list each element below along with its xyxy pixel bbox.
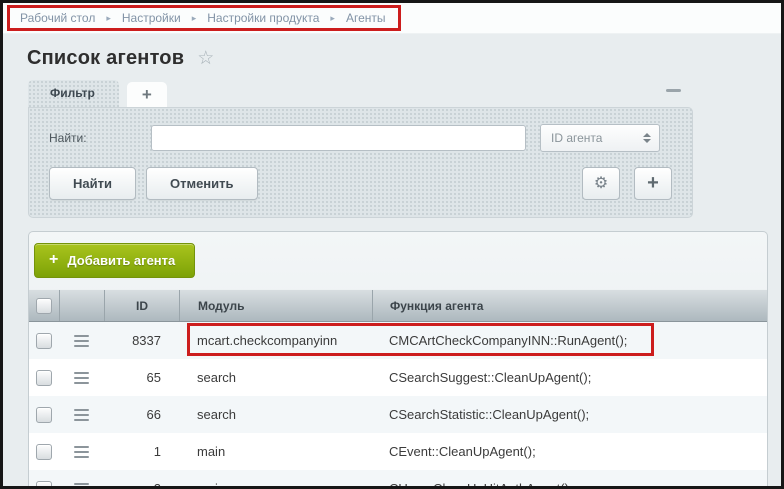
row-module: search: [179, 359, 372, 396]
collapse-filter-button[interactable]: [666, 89, 681, 92]
add-agent-button[interactable]: + Добавить агента: [34, 243, 195, 278]
select-arrows-icon: [643, 133, 651, 143]
row-id: 2: [104, 470, 179, 489]
breadcrumb-item[interactable]: Настройки: [122, 11, 181, 25]
row-menu-icon[interactable]: [74, 409, 89, 421]
plus-icon: +: [142, 86, 152, 103]
row-checkbox-cell: [29, 433, 59, 470]
annotation-box-breadcrumb: Рабочий стол ▸ Настройки ▸ Настройки про…: [7, 5, 401, 31]
plus-icon: +: [647, 173, 659, 193]
title-row: Список агентов ☆: [3, 34, 781, 70]
tab-filter[interactable]: Фильтр: [28, 80, 119, 107]
row-function: CMCArtCheckCompanyINN::RunAgent();: [372, 322, 767, 359]
plus-icon: +: [49, 252, 58, 268]
breadcrumb-item[interactable]: Рабочий стол: [20, 11, 95, 25]
row-menu-cell: [59, 433, 104, 470]
row-menu-icon[interactable]: [74, 483, 89, 489]
row-id: 66: [104, 396, 179, 433]
favorite-star-icon[interactable]: ☆: [197, 47, 214, 70]
row-function: CSearchSuggest::CleanUpAgent();: [372, 359, 767, 396]
row-id: 1: [104, 433, 179, 470]
filter-settings-button[interactable]: ⚙: [582, 167, 620, 200]
row-checkbox[interactable]: [36, 444, 52, 460]
page: Рабочий стол ▸ Настройки ▸ Настройки про…: [0, 0, 784, 489]
table-header: ID Модуль Функция агента: [29, 289, 767, 322]
row-menu-cell: [59, 396, 104, 433]
search-input[interactable]: [151, 125, 526, 151]
filter-block: Фильтр + Найти: ID агента Найти Отменить: [28, 80, 693, 218]
breadcrumb-separator-icon: ▸: [330, 13, 335, 24]
row-module: mcart.checkcompanyinn: [179, 322, 372, 359]
table-row: 8337 mcart.checkcompanyinn CMCArtCheckCo…: [29, 322, 767, 359]
table-row: 65 search CSearchSuggest::CleanUpAgent()…: [29, 359, 767, 396]
table-row: 66 search CSearchStatistic::CleanUpAgent…: [29, 396, 767, 433]
row-checkbox[interactable]: [36, 333, 52, 349]
row-function: CEvent::CleanUpAgent();: [372, 433, 767, 470]
row-module: main: [179, 433, 372, 470]
select-all-checkbox[interactable]: [36, 298, 52, 314]
breadcrumb-bar: Рабочий стол ▸ Настройки ▸ Настройки про…: [3, 3, 781, 34]
row-menu-cell: [59, 322, 104, 359]
row-function: CSearchStatistic::CleanUpAgent();: [372, 396, 767, 433]
find-button[interactable]: Найти: [49, 167, 136, 200]
row-checkbox-cell: [29, 359, 59, 396]
row-checkbox[interactable]: [36, 370, 52, 386]
row-module: search: [179, 396, 372, 433]
filter-tabs: Фильтр +: [28, 80, 693, 107]
table-row: 1 main CEvent::CleanUpAgent();: [29, 433, 767, 470]
row-checkbox[interactable]: [36, 407, 52, 423]
row-menu-cell: [59, 470, 104, 489]
row-menu-icon[interactable]: [74, 335, 89, 347]
breadcrumb-item[interactable]: Агенты: [346, 11, 386, 25]
row-checkbox[interactable]: [36, 481, 52, 489]
row-menu-icon[interactable]: [74, 446, 89, 458]
breadcrumb: Рабочий стол ▸ Настройки ▸ Настройки про…: [20, 11, 386, 25]
menu-column-header: [59, 290, 104, 321]
agents-grid: + Добавить агента ID Модуль Функция аген…: [28, 231, 768, 489]
add-filter-tab-button[interactable]: +: [127, 82, 167, 107]
field-select-value: ID агента: [551, 131, 643, 145]
row-checkbox-cell: [29, 470, 59, 489]
row-module: main: [179, 470, 372, 489]
row-function: CUser::CleanUpHitAuthAgent();: [372, 470, 767, 489]
gear-icon: ⚙: [594, 176, 608, 192]
column-header-function[interactable]: Функция агента: [372, 290, 767, 321]
table-body: 8337 mcart.checkcompanyinn CMCArtCheckCo…: [29, 322, 767, 489]
row-checkbox-cell: [29, 396, 59, 433]
cancel-button[interactable]: Отменить: [146, 167, 258, 200]
row-id: 8337: [104, 322, 179, 359]
column-header-id[interactable]: ID: [104, 290, 179, 321]
breadcrumb-separator-icon: ▸: [192, 13, 197, 24]
field-select[interactable]: ID агента: [540, 124, 660, 152]
row-checkbox-cell: [29, 322, 59, 359]
filter-panel: Найти: ID агента Найти Отменить ⚙ +: [28, 107, 693, 218]
search-label: Найти:: [49, 131, 151, 145]
row-id: 65: [104, 359, 179, 396]
grid-toolbar: + Добавить агента: [29, 232, 767, 289]
row-menu-cell: [59, 359, 104, 396]
page-title: Список агентов: [27, 47, 184, 70]
column-header-module[interactable]: Модуль: [179, 290, 372, 321]
breadcrumb-item[interactable]: Настройки продукта: [207, 11, 319, 25]
select-all-cell: [29, 290, 59, 321]
row-menu-icon[interactable]: [74, 372, 89, 384]
add-filter-field-button[interactable]: +: [634, 167, 672, 200]
breadcrumb-separator-icon: ▸: [106, 13, 111, 24]
table-row: 2 main CUser::CleanUpHitAuthAgent();: [29, 470, 767, 489]
